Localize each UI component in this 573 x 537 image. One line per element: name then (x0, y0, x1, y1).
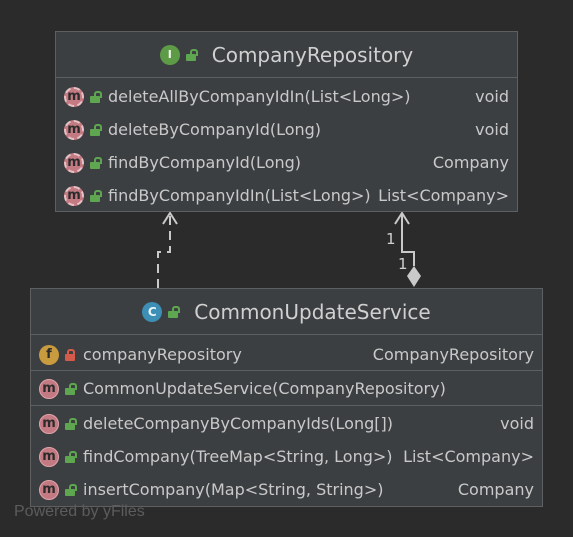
method-row[interactable]: m findByCompanyId(Long) Company (56, 146, 517, 179)
method-name: deleteByCompanyId(Long) (108, 120, 322, 139)
method-icon: m (39, 446, 59, 467)
method-name: findByCompanyId(Long) (108, 153, 302, 172)
public-lock-icon (90, 189, 102, 202)
method-name: deleteCompanyByCompanyIds(Long[]) (83, 414, 393, 433)
public-lock-icon (168, 305, 181, 318)
public-lock-icon (90, 90, 102, 103)
field-name: companyRepository (83, 345, 242, 364)
section-divider (31, 405, 542, 406)
constructor-row[interactable]: m CommonUpdateService(CompanyRepository) (31, 372, 542, 405)
public-lock-icon (65, 450, 77, 463)
company-repository-node[interactable]: I CompanyRepository m deleteAllByCompany… (55, 31, 518, 212)
method-return-type: void (475, 120, 509, 139)
common-update-service-title: CommonUpdateService (194, 299, 431, 324)
section-divider (31, 370, 542, 371)
method-return-type: Company (457, 480, 534, 499)
common-update-service-node[interactable]: C CommonUpdateService f companyRepositor… (30, 288, 543, 507)
common-update-service-header: C CommonUpdateService (31, 289, 542, 335)
class-icon: C (142, 301, 163, 322)
field-icon: f (39, 344, 59, 365)
company-repository-header: I CompanyRepository (56, 32, 517, 78)
method-icon: m (39, 479, 59, 500)
method-return-type: List<Company> (403, 447, 534, 466)
method-return-type: void (475, 87, 509, 106)
public-lock-icon (65, 417, 77, 430)
dependency-edge (157, 214, 171, 288)
field-type: CompanyRepository (372, 345, 534, 364)
abstract-method-icon: m (64, 86, 84, 107)
field-row[interactable]: f companyRepository CompanyRepository (31, 338, 542, 371)
aggregation-diamond (407, 266, 421, 287)
method-row[interactable]: m deleteCompanyByCompanyIds(Long[]) void (31, 407, 542, 440)
public-lock-icon (90, 123, 102, 136)
abstract-method-icon: m (64, 152, 84, 173)
public-lock-icon (65, 483, 77, 496)
method-icon: m (39, 413, 59, 434)
method-name: insertCompany(Map<String, String>) (83, 480, 384, 499)
public-lock-icon (185, 48, 198, 61)
multiplicity-target: 1 (398, 255, 408, 273)
multiplicity-source: 1 (386, 230, 396, 248)
abstract-method-icon: m (64, 119, 84, 140)
method-icon: m (39, 378, 59, 399)
public-lock-icon (90, 156, 102, 169)
company-repository-title: CompanyRepository (211, 42, 414, 67)
method-name: deleteAllByCompanyIdIn(List<Long>) (108, 87, 411, 106)
method-return-type: List<Company> (378, 186, 509, 205)
method-row[interactable]: m findCompany(TreeMap<String, Long>) Lis… (31, 440, 542, 473)
interface-icon: I (159, 44, 180, 65)
public-lock-icon (65, 382, 77, 395)
method-row[interactable]: m findByCompanyIdIn(List<Long>) List<Com… (56, 179, 517, 212)
method-row[interactable]: m deleteAllByCompanyIdIn(List<Long>) voi… (56, 80, 517, 113)
constructor-name: CommonUpdateService(CompanyRepository) (83, 379, 446, 398)
abstract-method-icon: m (64, 185, 84, 206)
method-row[interactable]: m deleteByCompanyId(Long) void (56, 113, 517, 146)
method-name: findByCompanyIdIn(List<Long>) (108, 186, 371, 205)
method-name: findCompany(TreeMap<String, Long>) (83, 447, 393, 466)
watermark: Powered by yFiles (14, 503, 145, 520)
method-return-type: void (500, 414, 534, 433)
private-lock-icon (65, 348, 75, 361)
method-row[interactable]: m insertCompany(Map<String, String>) Com… (31, 473, 542, 506)
method-return-type: Company (432, 153, 509, 172)
